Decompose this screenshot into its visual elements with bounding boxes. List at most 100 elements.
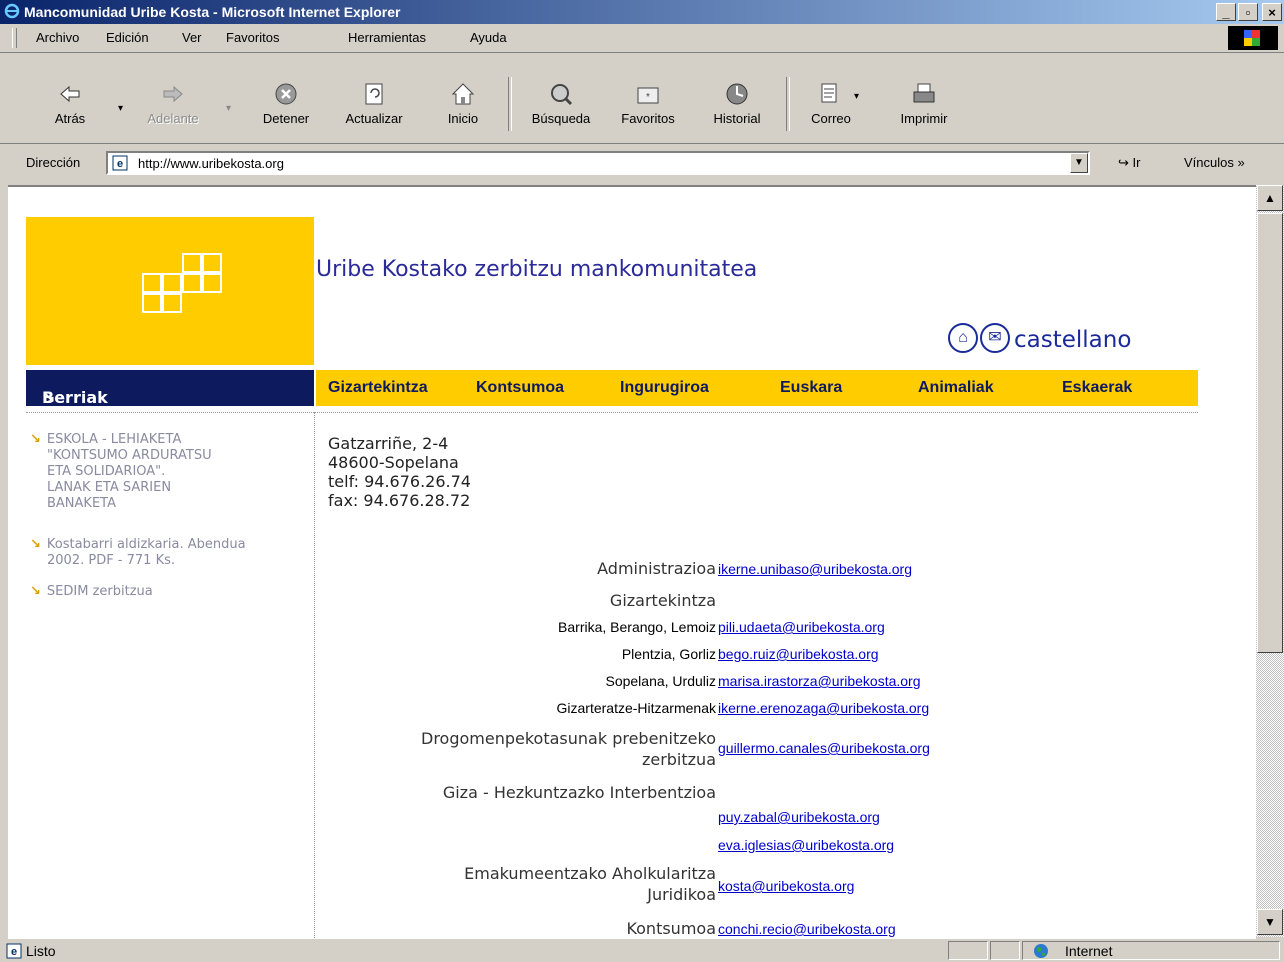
links-button[interactable]: Vínculos »: [1184, 155, 1245, 170]
news-line: BANAKETA: [47, 496, 116, 511]
forward-button[interactable]: Adelante: [140, 81, 206, 126]
nav-animaliak[interactable]: Animaliak: [918, 379, 994, 397]
print-button[interactable]: Imprimir: [890, 81, 958, 126]
zone-pane: Internet: [1022, 941, 1280, 960]
contact-email[interactable]: ikerne.erenozaga@uribekosta.org: [718, 700, 929, 716]
contact-email[interactable]: guillermo.canales@uribekosta.org: [718, 740, 930, 756]
mail-button[interactable]: Correo: [804, 81, 858, 126]
stop-button[interactable]: Detener: [254, 81, 318, 126]
menu-herramientas[interactable]: Herramientas: [348, 30, 426, 45]
contact-email[interactable]: ikerne.unibaso@uribekosta.org: [718, 561, 912, 577]
news-line: Kostabarri aldizkaria. Abendua: [46, 537, 246, 552]
refresh-icon: [365, 83, 383, 105]
fax-line: fax: 94.676.28.72: [328, 491, 471, 510]
news-line: SEDIM zerbitzua: [46, 584, 153, 599]
refresh-label: Actualizar: [345, 111, 403, 126]
logo-square: [182, 273, 202, 293]
contact-email[interactable]: bego.ruiz@uribekosta.org: [718, 646, 879, 662]
nav-eskaerak[interactable]: Eskaerak: [1062, 379, 1132, 397]
status-pane: [948, 941, 988, 960]
minimize-button[interactable]: _: [1216, 3, 1236, 21]
toolbar-separator: [508, 77, 512, 131]
history-icon: [726, 83, 748, 105]
address-bar: Dirección e http://www.uribekosta.org ▼ …: [0, 145, 1284, 181]
news-header: ↘ Berriak: [26, 370, 314, 407]
refresh-button[interactable]: Actualizar: [334, 81, 414, 126]
status-bar: e Listo Internet: [0, 939, 1284, 962]
site-logo[interactable]: [26, 217, 314, 365]
back-button[interactable]: Atrás: [46, 81, 94, 126]
contact-label: Gizartekintza: [609, 591, 716, 610]
contact-label: Sopelana, Urduliz: [605, 673, 716, 689]
go-arrow-icon: ↪: [1118, 155, 1129, 170]
news-line: ESKOLA - LEHIAKETA: [46, 432, 182, 447]
menu-archivo[interactable]: Archivo: [36, 30, 79, 45]
nav-kontsumoa[interactable]: Kontsumoa: [476, 379, 564, 397]
address-label: Dirección: [26, 155, 81, 170]
mail-label: Correo: [811, 111, 851, 126]
nav-euskara[interactable]: Euskara: [780, 379, 842, 397]
contact-email[interactable]: conchi.recio@uribekosta.org: [718, 921, 896, 937]
menu-ver[interactable]: Ver: [182, 30, 202, 45]
page-icon: e: [6, 943, 22, 959]
nav-gizartekintza[interactable]: Gizartekintza: [328, 379, 428, 397]
castellano-link[interactable]: castellano: [1014, 327, 1131, 353]
logo-square: [202, 273, 222, 293]
history-button[interactable]: Historial: [704, 81, 770, 126]
maximize-button[interactable]: ▫: [1238, 3, 1258, 21]
logo-square: [202, 253, 222, 273]
close-button[interactable]: ×: [1262, 3, 1282, 21]
home-circle-icon[interactable]: ⌂: [948, 323, 978, 353]
search-label: Búsqueda: [531, 111, 591, 126]
vertical-scrollbar[interactable]: ▲ ▼: [1256, 185, 1284, 937]
title-bar: Mancomunidad Uribe Kosta - Microsoft Int…: [0, 0, 1284, 24]
logo-square: [162, 273, 182, 293]
zone-text: Internet: [1065, 943, 1113, 959]
contact-email[interactable]: pili.udaeta@uribekosta.org: [718, 619, 885, 635]
address-input[interactable]: e http://www.uribekosta.org ▼: [106, 151, 1090, 175]
stop-icon: [275, 83, 297, 105]
postal-address: Gatzarriñe, 2-4 48600-Sopelana telf: 94.…: [328, 434, 471, 510]
menu-ayuda[interactable]: Ayuda: [470, 30, 507, 45]
contact-label: Emakumeentzako Aholkularitza: [464, 864, 716, 883]
favorites-label: Favoritos: [621, 111, 675, 126]
mail-dropdown-icon[interactable]: ▾: [854, 91, 859, 102]
divider: [314, 412, 315, 939]
printer-icon: [913, 83, 935, 103]
news-line: "KONTSUMO ARDURATSU: [47, 448, 212, 463]
contact-label: Giza - Hezkuntzazko Interbentzioa: [442, 783, 716, 802]
address-dropdown-button[interactable]: ▼: [1070, 153, 1088, 173]
scroll-up-button[interactable]: ▲: [1257, 185, 1283, 211]
menu-edicion[interactable]: Edición: [106, 30, 149, 45]
contact-label: Drogomenpekotasunak prebenitzeko: [421, 729, 716, 748]
print-label: Imprimir: [900, 111, 948, 126]
favorites-button[interactable]: * Favoritos: [612, 81, 684, 126]
news-item[interactable]: ↘ SEDIM zerbitzua: [30, 584, 153, 600]
search-globe-icon: [551, 84, 573, 106]
forward-dropdown-icon[interactable]: ▾: [226, 103, 231, 114]
news-item[interactable]: ↘ Kostabarri aldizkaria. Abendua 2002. PD…: [30, 537, 246, 569]
page-icon: e: [112, 155, 128, 171]
logo-square: [162, 293, 182, 313]
go-button[interactable]: ↪ Ir: [1118, 155, 1140, 171]
back-dropdown-icon[interactable]: ▾: [118, 103, 123, 114]
mail-icon: [821, 83, 837, 103]
menu-grip: [12, 28, 17, 48]
nav-ingurugiroa[interactable]: Ingurugiroa: [620, 379, 709, 397]
contact-label: Plentzia, Gorliz: [621, 646, 716, 662]
contact-email[interactable]: kosta@uribekosta.org: [718, 878, 854, 894]
menu-favoritos[interactable]: Favoritos: [226, 30, 279, 45]
contact-email[interactable]: puy.zabal@uribekosta.org: [718, 809, 880, 825]
home-button[interactable]: Inicio: [440, 81, 486, 126]
mail-circle-icon[interactable]: ✉: [980, 323, 1010, 353]
contact-email[interactable]: eva.iglesias@uribekosta.org: [718, 837, 894, 853]
page-viewport: Uribe Kostako zerbitzu mankomunitatea ⌂ …: [8, 185, 1256, 939]
scroll-thumb[interactable]: [1257, 213, 1283, 653]
search-button[interactable]: Búsqueda: [522, 81, 600, 126]
svg-text:e: e: [117, 158, 123, 170]
contact-email[interactable]: marisa.irastorza@uribekosta.org: [718, 673, 921, 689]
scroll-down-button[interactable]: ▼: [1257, 909, 1283, 935]
windows-logo-icon: [1228, 26, 1278, 50]
home-icon: [451, 83, 475, 105]
news-item[interactable]: ↘ ESKOLA - LEHIAKETA "KONTSUMO ARDURATSU …: [30, 432, 212, 512]
